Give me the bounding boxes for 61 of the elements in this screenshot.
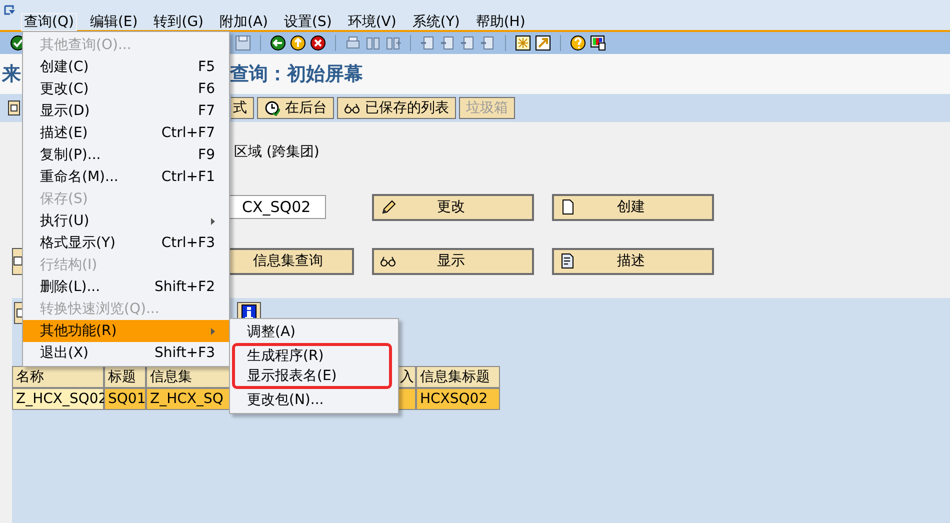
form-button[interactable]: 创建 xyxy=(552,194,714,220)
menu-item[interactable]: 显示(D) F7 xyxy=(23,100,229,122)
menu-item[interactable]: 更改(C) F6 xyxy=(23,78,229,100)
arrow-icon xyxy=(211,218,215,224)
menu-item[interactable]: 更改包(N)... xyxy=(230,389,398,411)
form-button[interactable]: 描述 xyxy=(552,248,714,274)
clock-icon xyxy=(264,100,280,116)
menu-item[interactable]: 退出(X) Shift+F3 xyxy=(23,342,229,364)
menu-item[interactable]: 调整(A) xyxy=(230,321,398,343)
toolbar-button[interactable]: 式 xyxy=(231,97,254,119)
arrow-icon xyxy=(211,328,215,334)
menu-item[interactable]: 附加(A) xyxy=(218,14,270,30)
table-cell: SQ01 xyxy=(104,388,146,410)
print-icon[interactable] xyxy=(345,35,361,51)
menu-item[interactable]: 查询(Q) xyxy=(22,14,76,30)
page-icon[interactable] xyxy=(460,35,476,51)
menu-item[interactable]: 帮助(H) xyxy=(474,14,528,30)
cancel-icon[interactable] xyxy=(310,35,326,51)
form-button[interactable]: 信息集查询 xyxy=(230,248,354,274)
exit-icon[interactable] xyxy=(290,35,306,51)
column-header[interactable]: 标题 xyxy=(104,366,146,388)
menu-item[interactable]: 环境(V) xyxy=(346,14,398,30)
menu-item[interactable]: 编辑(E) xyxy=(88,14,140,30)
table-cell: Z_HCX_SQ02 xyxy=(12,388,104,410)
find-icon[interactable] xyxy=(365,35,381,51)
page-title: 查询：初始屏幕 xyxy=(230,62,363,87)
help-icon[interactable] xyxy=(570,35,586,51)
menu-item[interactable]: 显示报表名(E) xyxy=(235,366,389,386)
toolbar-button[interactable]: 在后台 xyxy=(257,97,334,119)
menu-item[interactable]: 复制(P)... F9 xyxy=(23,144,229,166)
menu-item[interactable]: 执行(U) xyxy=(23,210,229,232)
menu-item[interactable]: 创建(C) F5 xyxy=(23,56,229,78)
back-icon[interactable] xyxy=(270,35,286,51)
pencil-icon xyxy=(380,199,396,215)
table-cell: HCXSQ02 xyxy=(416,388,500,410)
toolbar-button[interactable]: 已保存的列表 xyxy=(337,97,456,119)
page-title: 来 xyxy=(2,62,21,87)
document-icon xyxy=(560,199,576,215)
form-button[interactable]: 更改 xyxy=(372,194,534,220)
column-header[interactable]: 信息集标题 xyxy=(416,366,500,388)
menu-item[interactable]: 删除(L)... Shift+F2 xyxy=(23,276,229,298)
menu-item[interactable]: 重命名(M)... Ctrl+F1 xyxy=(23,166,229,188)
page-icon[interactable] xyxy=(440,35,456,51)
menu-item[interactable]: 其他功能(R) xyxy=(23,320,229,342)
description-text: 区域 (跨集团) xyxy=(234,142,320,162)
menu-item[interactable]: 生成程序(R) xyxy=(235,346,389,366)
menu-item[interactable]: 转到(G) xyxy=(152,14,206,30)
page-icon[interactable] xyxy=(480,35,496,51)
save-icon[interactable] xyxy=(235,35,251,51)
window-icon[interactable] xyxy=(515,35,531,51)
column-header[interactable]: 名称 xyxy=(12,366,104,388)
find-next-icon[interactable] xyxy=(385,35,401,51)
menu-item[interactable]: 设置(S) xyxy=(282,14,334,30)
menu-item[interactable]: 描述(E) Ctrl+F7 xyxy=(23,122,229,144)
layout-icon[interactable] xyxy=(590,35,606,51)
menu-item[interactable]: 格式显示(Y) Ctrl+F3 xyxy=(23,232,229,254)
menu-item[interactable]: 系统(Y) xyxy=(410,14,462,30)
shortcut-icon[interactable] xyxy=(535,35,551,51)
variant-icon[interactable] xyxy=(8,100,20,116)
page-icon[interactable] xyxy=(420,35,436,51)
form-button[interactable]: 显示 xyxy=(372,248,534,274)
